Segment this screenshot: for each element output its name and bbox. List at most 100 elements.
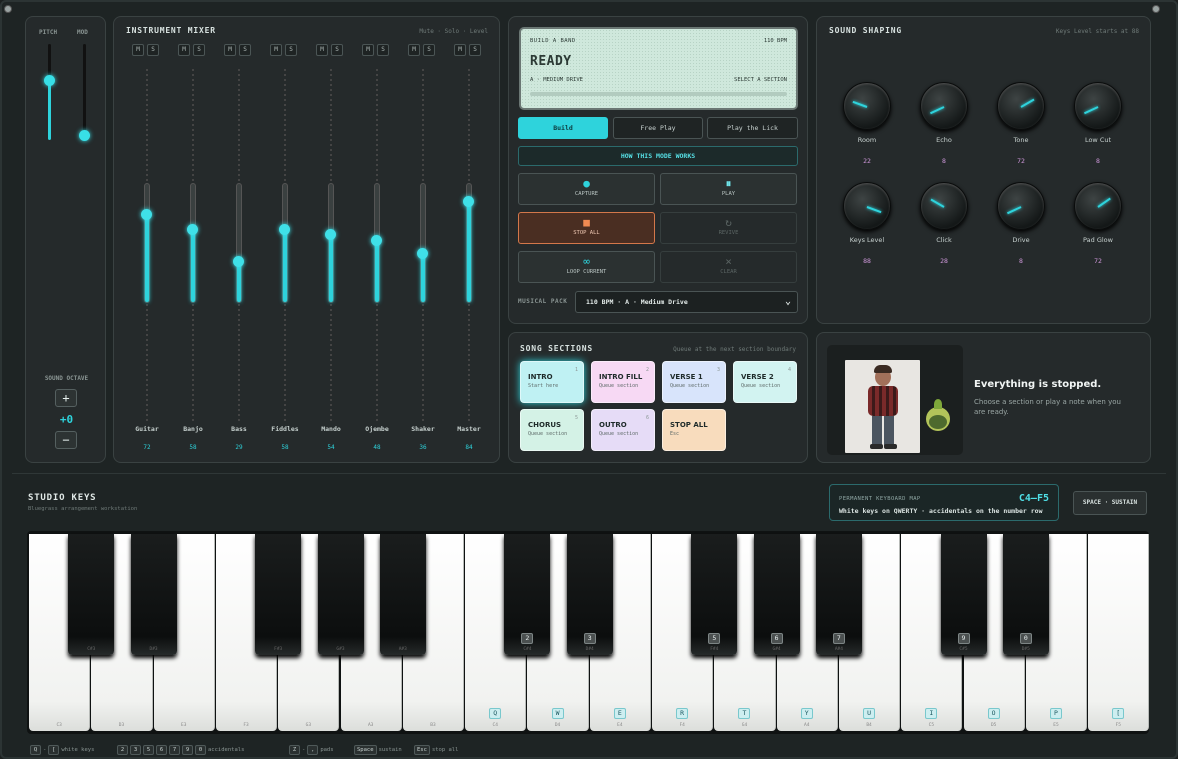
solo-button[interactable]: S bbox=[239, 44, 251, 56]
fader-thumb[interactable] bbox=[371, 235, 382, 247]
section-card[interactable]: 6 OUTRO Queue section bbox=[591, 409, 655, 451]
knob-value: 8 bbox=[1019, 257, 1023, 265]
channel-fader[interactable] bbox=[463, 183, 474, 303]
hint-text: sustain bbox=[378, 747, 402, 753]
note-name: D3 bbox=[118, 723, 125, 728]
octave-label: SOUND OCTAVE bbox=[44, 375, 89, 382]
solo-button[interactable]: S bbox=[285, 44, 297, 56]
channel-value: 58 bbox=[281, 444, 289, 451]
note-name: B4 bbox=[866, 723, 872, 728]
pack-select[interactable]: 110 BPM · A · Medium Drive ⌄ bbox=[575, 291, 798, 313]
clear-x-icon: × bbox=[725, 255, 732, 268]
lcd-progress-bar bbox=[530, 92, 787, 96]
hint-key: 9 bbox=[182, 745, 193, 755]
channel-fader[interactable] bbox=[141, 183, 152, 303]
section-card[interactable]: 2 INTRO FILL Queue section bbox=[591, 361, 655, 403]
section-name: INTRO bbox=[528, 373, 553, 381]
loop-current-button[interactable]: ∞ LOOP CURRENT bbox=[518, 251, 655, 283]
black-key[interactable]: G#3 bbox=[317, 534, 364, 655]
pitch-mod-panel: PITCH MOD SOUND OCTAVE + +0 − bbox=[25, 16, 106, 463]
play-button[interactable]: ⏸ PLAY bbox=[660, 173, 797, 205]
pack-value: 110 BPM · A · Medium Drive bbox=[586, 298, 688, 306]
mute-button[interactable]: M bbox=[362, 44, 374, 56]
channel-value: 54 bbox=[327, 444, 335, 451]
black-key[interactable]: F#3 bbox=[255, 534, 302, 655]
mute-button[interactable]: M bbox=[316, 44, 328, 56]
knob-dial[interactable] bbox=[843, 182, 891, 230]
channel-fader[interactable] bbox=[325, 183, 336, 303]
fader-thumb[interactable] bbox=[233, 255, 244, 267]
octave-down-button[interactable]: − bbox=[55, 431, 77, 449]
solo-button[interactable]: S bbox=[147, 44, 159, 56]
section-sub: Queue section bbox=[599, 431, 639, 437]
channel-value: 72 bbox=[143, 444, 151, 451]
black-key[interactable]: 9 C#5 bbox=[940, 534, 987, 655]
section-card[interactable]: STOP ALL Esc bbox=[662, 409, 726, 451]
fader-thumb[interactable] bbox=[417, 248, 428, 260]
black-key[interactable]: C#3 bbox=[68, 534, 115, 655]
section-card[interactable]: 5 CHORUS Queue section bbox=[520, 409, 584, 451]
channel-fader[interactable] bbox=[417, 183, 428, 303]
channel-name: Mando bbox=[321, 425, 341, 433]
mute-button[interactable]: M bbox=[454, 44, 466, 56]
mute-button[interactable]: M bbox=[224, 44, 236, 56]
section-card[interactable]: 1 INTRO Start here bbox=[520, 361, 584, 403]
knob-value: 88 bbox=[863, 257, 871, 265]
black-key[interactable]: 3 D#4 bbox=[566, 534, 613, 655]
fader-fill bbox=[191, 227, 195, 302]
mute-button[interactable]: M bbox=[270, 44, 282, 56]
white-key[interactable]: [F5 bbox=[1088, 534, 1150, 731]
black-key[interactable]: 7 A#4 bbox=[815, 534, 862, 655]
note-name: C#5 bbox=[959, 647, 968, 652]
knob-dial[interactable] bbox=[997, 82, 1045, 130]
channel-fader[interactable] bbox=[233, 183, 244, 303]
octave-up-button[interactable]: + bbox=[55, 389, 77, 407]
knob-value: 8 bbox=[1096, 157, 1100, 165]
pitch-thumb[interactable] bbox=[44, 75, 55, 87]
fader-thumb[interactable] bbox=[325, 228, 336, 240]
black-key[interactable]: 5 F#4 bbox=[691, 534, 738, 655]
black-key[interactable]: 2 C#4 bbox=[504, 534, 551, 655]
channel-fader[interactable] bbox=[279, 183, 290, 303]
mode-play-lick-button[interactable]: Play the Lick bbox=[707, 117, 798, 139]
mode-build-button[interactable]: Build bbox=[518, 117, 608, 139]
black-key[interactable]: D#3 bbox=[130, 534, 177, 655]
black-key[interactable]: 0 D#5 bbox=[1002, 534, 1049, 655]
mute-button[interactable]: M bbox=[408, 44, 420, 56]
mute-button[interactable]: M bbox=[178, 44, 190, 56]
how-mode-works-button[interactable]: HOW THIS MODE WORKS bbox=[518, 146, 798, 166]
black-key[interactable]: 6 G#4 bbox=[753, 534, 800, 655]
pitch-wheel[interactable] bbox=[44, 44, 55, 140]
solo-button[interactable]: S bbox=[331, 44, 343, 56]
fader-thumb[interactable] bbox=[279, 224, 290, 236]
fader-fill bbox=[467, 199, 471, 302]
fader-thumb[interactable] bbox=[187, 224, 198, 236]
capture-label: CAPTURE bbox=[574, 191, 599, 197]
solo-button[interactable]: S bbox=[423, 44, 435, 56]
mute-button[interactable]: M bbox=[132, 44, 144, 56]
capture-button[interactable]: ● CAPTURE bbox=[518, 173, 655, 205]
knob-dial[interactable] bbox=[920, 82, 968, 130]
clear-button[interactable]: × CLEAR bbox=[660, 251, 797, 283]
revive-button[interactable]: ↻ REVIVE bbox=[660, 212, 797, 244]
knob-dial[interactable] bbox=[1074, 82, 1122, 130]
solo-button[interactable]: S bbox=[193, 44, 205, 56]
fader-thumb[interactable] bbox=[141, 209, 152, 221]
channel-fader[interactable] bbox=[371, 183, 382, 303]
solo-button[interactable]: S bbox=[469, 44, 481, 56]
knob-dial[interactable] bbox=[920, 182, 968, 230]
knob-dial[interactable] bbox=[1074, 182, 1122, 230]
fader-thumb[interactable] bbox=[463, 196, 474, 208]
stop-all-button[interactable]: ■ STOP ALL bbox=[518, 212, 655, 244]
black-key[interactable]: A#3 bbox=[379, 534, 426, 655]
knob-dial[interactable] bbox=[843, 82, 891, 130]
sustain-button[interactable]: SPACE · SUSTAIN bbox=[1073, 491, 1147, 515]
mode-free-play-button[interactable]: Free Play bbox=[613, 117, 703, 139]
knob-dial[interactable] bbox=[997, 182, 1045, 230]
solo-button[interactable]: S bbox=[377, 44, 389, 56]
section-card[interactable]: 4 VERSE 2 Queue section bbox=[733, 361, 797, 403]
mod-thumb[interactable] bbox=[79, 130, 90, 142]
mod-wheel[interactable] bbox=[79, 44, 90, 142]
section-card[interactable]: 3 VERSE 1 Queue section bbox=[662, 361, 726, 403]
channel-fader[interactable] bbox=[187, 183, 198, 303]
